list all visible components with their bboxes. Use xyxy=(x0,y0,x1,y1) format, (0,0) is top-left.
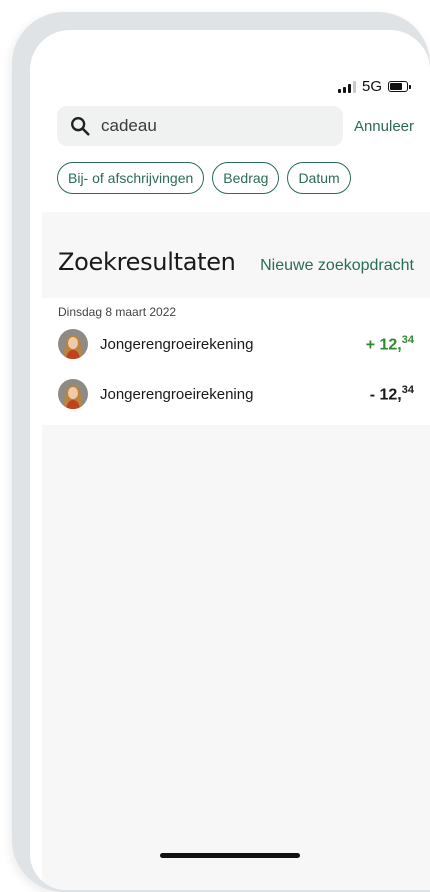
transaction-amount: - 12,34 xyxy=(369,383,414,404)
filter-chip-transactions[interactable]: Bij- of afschrijvingen xyxy=(57,162,205,194)
transaction-date-header: Dinsdag 8 maart 2022 xyxy=(58,305,177,319)
home-indicator[interactable] xyxy=(160,853,300,858)
transaction-row[interactable]: Jongerengroeirekening - 12,34 xyxy=(42,369,430,419)
search-box[interactable] xyxy=(57,106,343,146)
network-label: 5G xyxy=(361,78,382,95)
transaction-name: Jongerengroeirekening xyxy=(100,335,254,353)
battery-icon xyxy=(388,81,411,92)
filter-chips: Bij- of afschrijvingen Bedrag Datum xyxy=(57,162,351,194)
signal-bars-icon xyxy=(337,80,356,93)
avatar xyxy=(58,329,88,359)
results-panel: Zoekresultaten Nieuwe zoekopdracht Dinsd… xyxy=(42,212,430,890)
search-input[interactable] xyxy=(99,115,323,137)
screen: 5G Annuleer Bij- of afschrijvingen Bedra… xyxy=(30,30,430,890)
transaction-name: Jongerengroeirekening xyxy=(100,385,254,403)
cancel-button[interactable]: Annuleer xyxy=(354,118,414,135)
new-search-link[interactable]: Nieuwe zoekopdracht xyxy=(260,257,414,275)
results-title: Zoekresultaten xyxy=(58,248,236,276)
filter-chip-amount[interactable]: Bedrag xyxy=(212,162,280,194)
transaction-amount: + 12,34 xyxy=(365,333,414,354)
search-row: Annuleer xyxy=(57,106,414,146)
transaction-list: Dinsdag 8 maart 2022 Jongerengroeirekeni… xyxy=(42,298,430,425)
status-bar: 5G xyxy=(337,78,411,95)
avatar xyxy=(58,379,88,409)
transaction-row[interactable]: Jongerengroeirekening + 12,34 xyxy=(42,319,430,369)
filter-chip-date[interactable]: Datum xyxy=(287,162,351,194)
phone-frame: 5G Annuleer Bij- of afschrijvingen Bedra… xyxy=(12,12,430,892)
results-header: Zoekresultaten Nieuwe zoekopdracht xyxy=(42,212,430,276)
search-icon xyxy=(71,117,90,136)
